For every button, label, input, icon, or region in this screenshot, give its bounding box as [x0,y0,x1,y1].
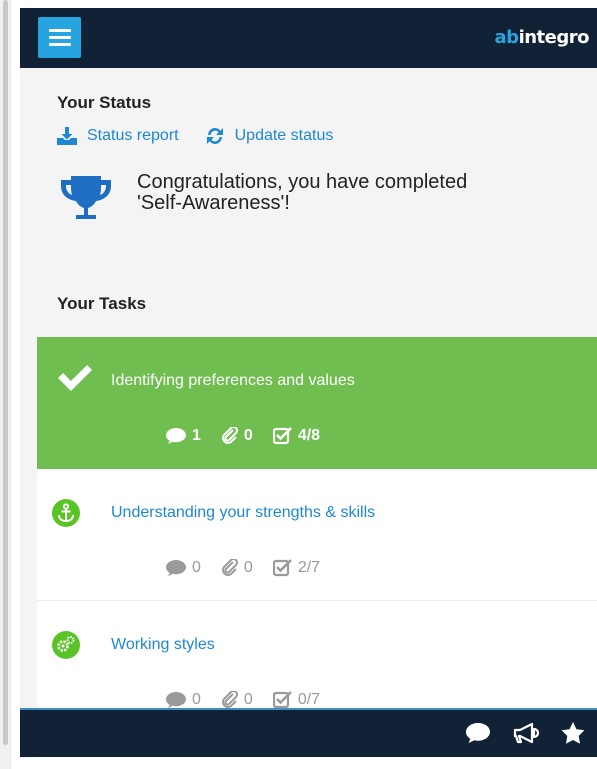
star-icon [561,722,585,744]
attachments-count-value: 0 [243,559,253,576]
attachments-count-value: 0 [243,691,253,708]
comment-icon [166,560,186,576]
app-container: abintegro Your Status Status report Upda… [20,8,597,758]
announcements-button[interactable] [513,722,539,744]
task-stats: 1 0 4/8 [165,427,340,445]
task-title[interactable]: Working styles [111,636,215,654]
congratulations-line2: 'Self-Awareness'! [137,192,290,214]
anchor-icon [52,499,80,527]
comments-count[interactable]: 0 [165,559,201,577]
task-item-identifying-preferences[interactable]: Identifying preferences and values 1 0 4… [37,337,597,469]
brand-logo: abintegro [494,27,590,49]
checklist-count-value: 2/7 [297,559,321,576]
checklist-count[interactable]: 4/8 [272,427,321,445]
status-report-link[interactable]: Status report [57,127,179,145]
menu-bar-line [48,29,71,32]
megaphone-icon [513,722,539,744]
task-stats: 0 0 2/7 [165,559,340,577]
checklist-count-value: 4/8 [297,427,321,444]
update-status-link[interactable]: Update status [205,127,334,145]
bottom-bar [20,708,597,757]
status-links: Status report Update status [57,127,359,145]
brand-logo-part2: integro [518,27,590,48]
tasks-card: Your Tasks Identifying preferences and v… [37,272,597,758]
paperclip-icon [221,691,238,708]
congratulations-message: Congratulations, you have completed 'Sel… [59,172,537,224]
download-icon [57,127,77,145]
attachments-count[interactable]: 0 [221,427,253,445]
tasks-heading: Your Tasks [57,294,147,313]
task-stats: 0 0 0/7 [165,691,340,709]
comments-count-value: 1 [192,427,201,444]
checklist-count[interactable]: 2/7 [272,559,321,577]
trophy-icon [61,176,111,219]
hamburger-menu-button[interactable] [38,17,81,58]
attachments-count[interactable]: 0 [221,691,253,709]
comments-count-value: 0 [192,559,201,576]
chat-icon [466,723,490,743]
favorites-button[interactable] [561,722,585,744]
task-item-understanding-strengths[interactable]: Understanding your strengths & skills 0 … [37,469,597,601]
gears-icon [52,631,80,659]
scrollbar-thumb[interactable] [3,0,8,745]
paperclip-icon [221,559,238,576]
status-card: Your Status Status report Update status [37,68,597,246]
checkbox-icon [272,427,292,445]
check-icon [58,365,92,391]
bottom-bar-icons [443,722,585,744]
attachments-count[interactable]: 0 [221,559,253,577]
checklist-count-value: 0/7 [297,691,321,708]
top-bar: abintegro [20,8,597,68]
checklist-count[interactable]: 0/7 [272,691,321,709]
task-title[interactable]: Identifying preferences and values [111,372,355,390]
update-status-label: Update status [234,127,334,144]
attachments-count-value: 0 [243,427,253,444]
refresh-icon [206,128,223,144]
status-heading: Your Status [57,93,152,112]
comments-count[interactable]: 1 [165,427,201,445]
brand-logo-part1: ab [494,27,520,48]
checkbox-icon [272,691,292,709]
task-title[interactable]: Understanding your strengths & skills [111,504,375,522]
congratulations-line1: Congratulations, you have completed [137,171,468,193]
menu-bar-line [48,36,71,39]
chat-button[interactable] [465,722,491,744]
paperclip-icon [221,427,238,444]
comment-icon [166,428,186,444]
checkbox-icon [272,559,292,577]
congratulations-text: Congratulations, you have completed 'Sel… [137,172,537,214]
comments-count[interactable]: 0 [165,691,201,709]
page-scrollbar[interactable] [0,0,11,769]
comment-icon [166,692,186,708]
comments-count-value: 0 [192,691,201,708]
status-report-label: Status report [87,127,179,144]
menu-bar-line [48,43,71,46]
tasks-header: Your Tasks [37,272,597,337]
